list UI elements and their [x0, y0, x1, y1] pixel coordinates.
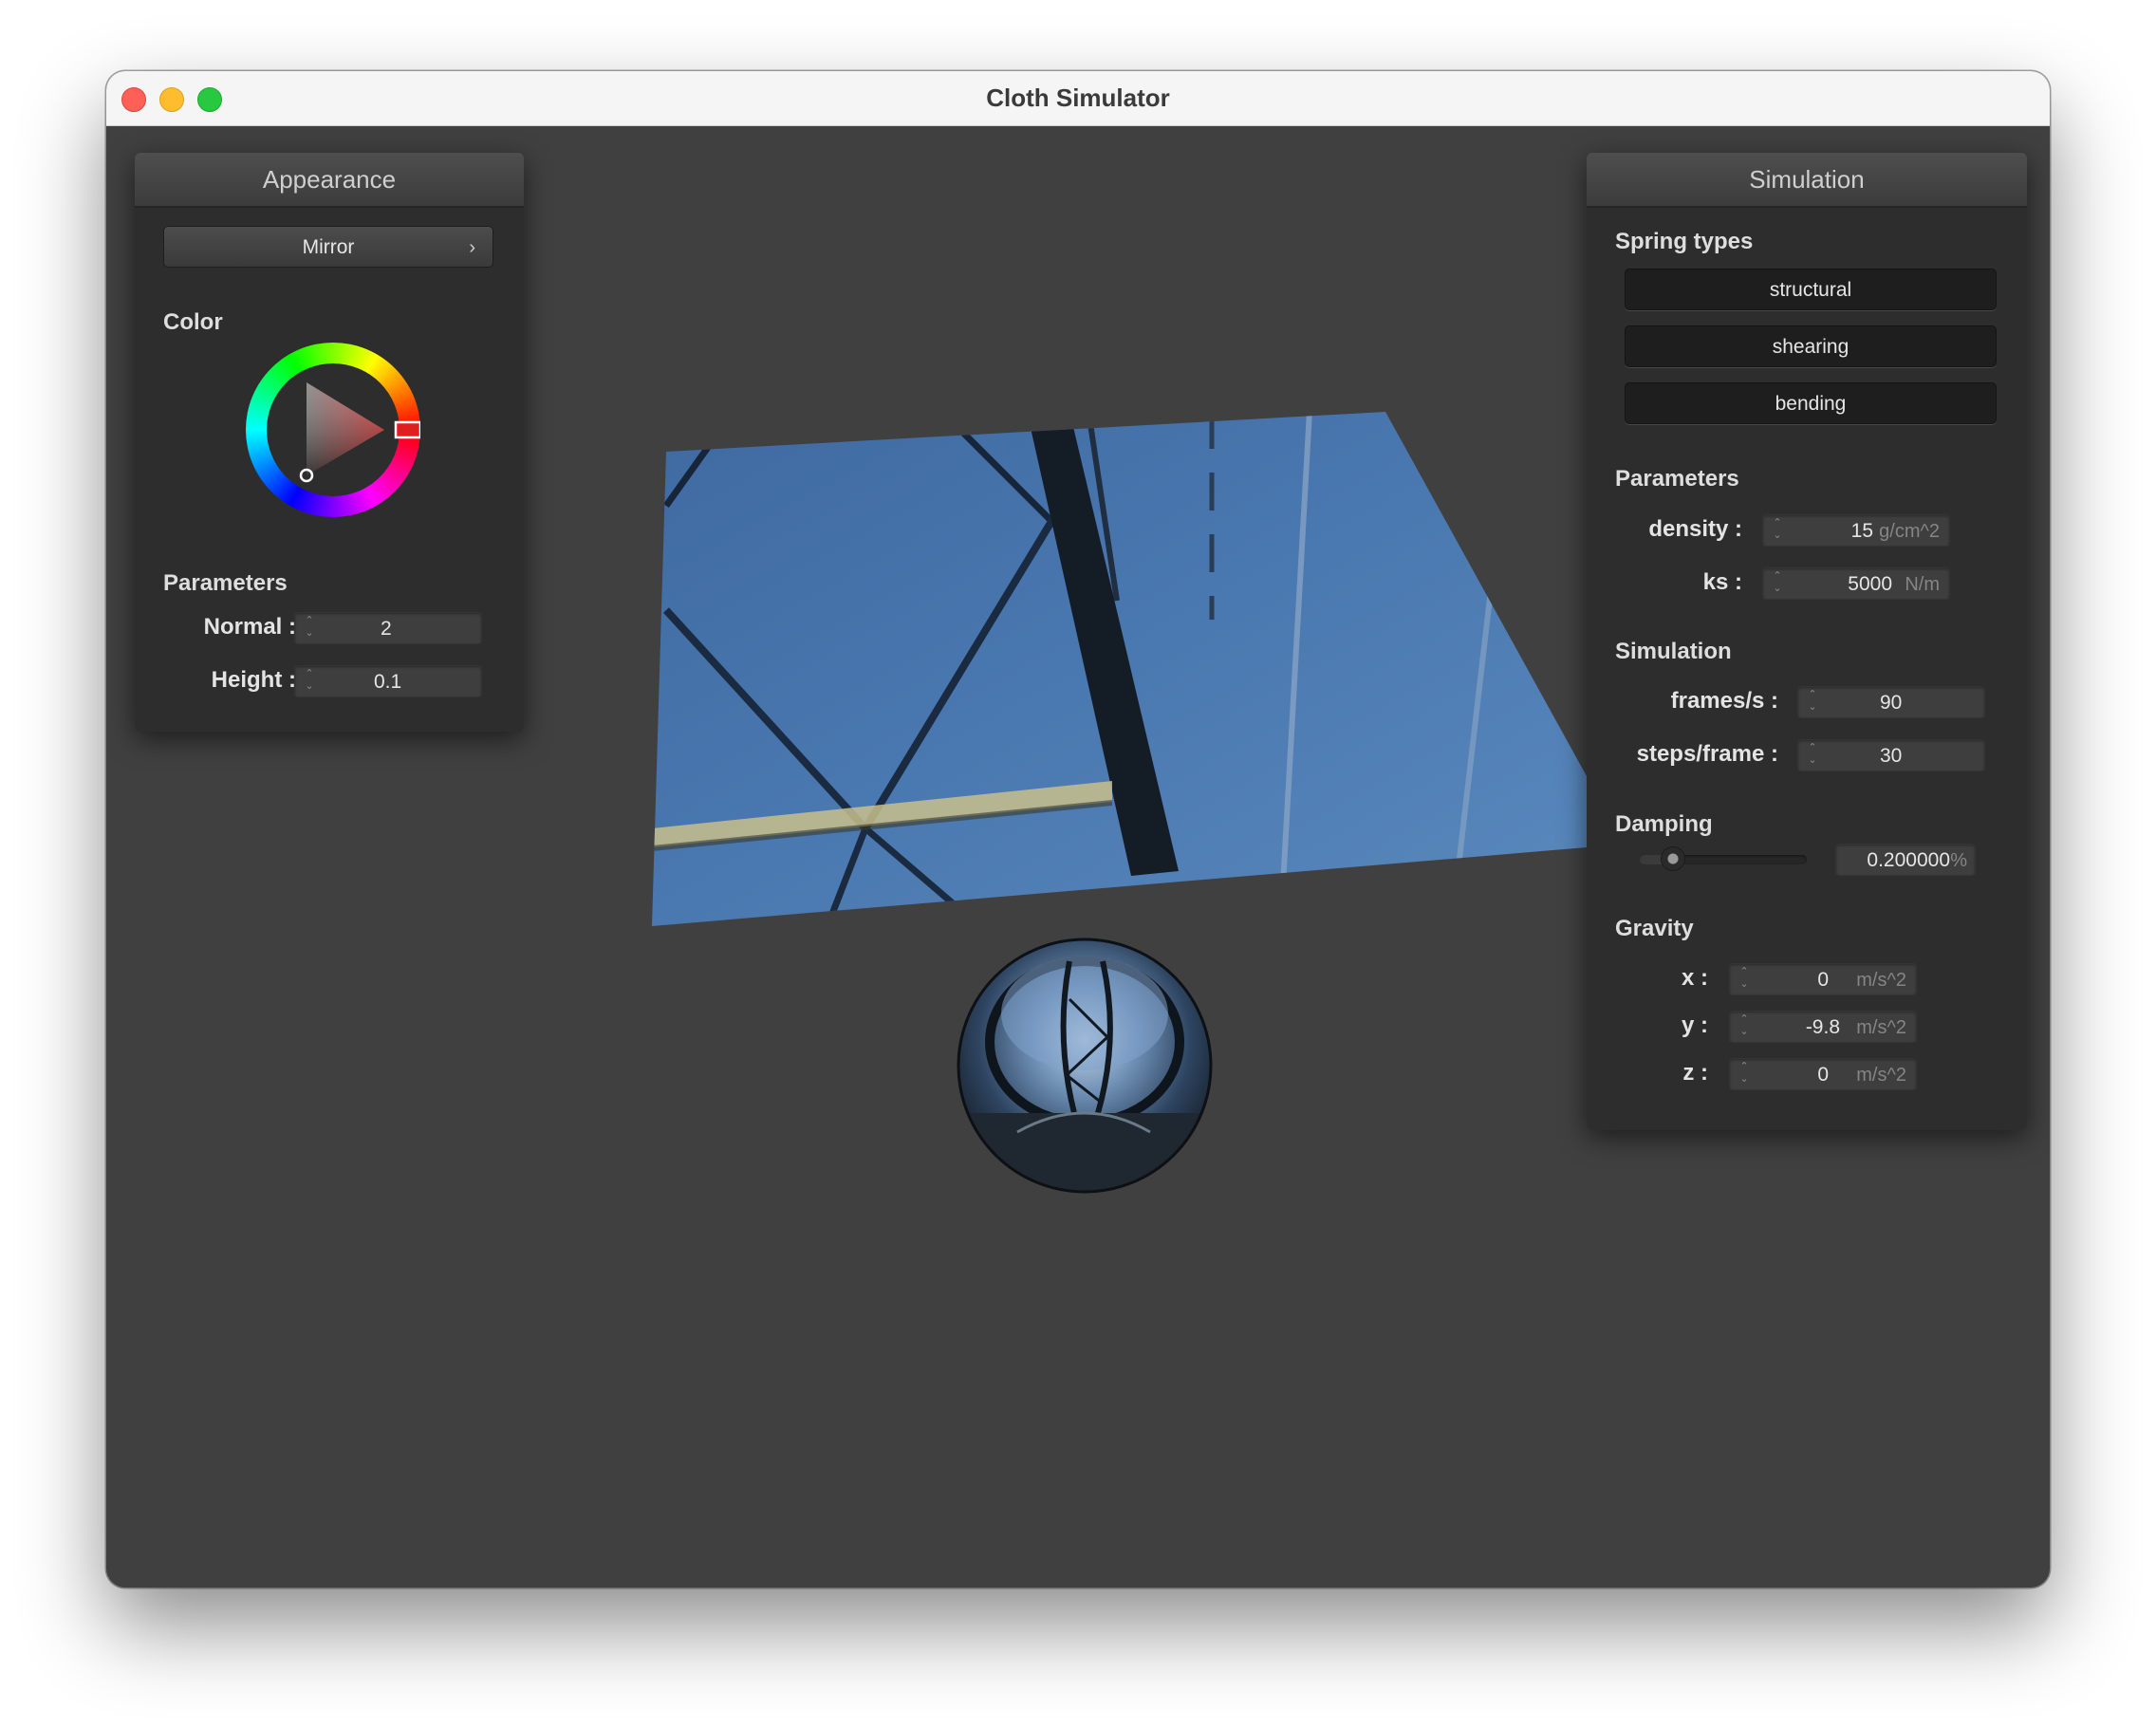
- color-section-title: Color: [163, 309, 223, 335]
- damping-unit: %: [1950, 850, 1967, 871]
- appearance-params-title: Parameters: [163, 570, 288, 596]
- spinner-icon[interactable]: ⌃ ⌄: [1738, 966, 1751, 994]
- simulation-panel: Simulation Spring types structural shear…: [1587, 153, 2027, 1130]
- density-unit: g/cm^2: [1879, 521, 1940, 542]
- ks-label: ks :: [1702, 569, 1742, 595]
- spinner-icon[interactable]: ⌃ ⌄: [303, 668, 316, 696]
- window-title: Cloth Simulator: [986, 84, 1170, 112]
- spring-shearing-button[interactable]: shearing: [1625, 325, 1997, 367]
- appearance-header: Appearance: [135, 153, 524, 208]
- damping-value: 0.200000: [1867, 849, 1950, 871]
- sphere[interactable]: [957, 938, 1214, 1198]
- normal-label: Normal :: [203, 614, 296, 640]
- appearance-panel: Appearance Mirror › Color Parameters Nor…: [135, 153, 524, 732]
- sim-section-title: Simulation: [1615, 639, 1732, 664]
- steps-label: steps/frame :: [1636, 741, 1778, 767]
- cloth[interactable]: [652, 411, 1587, 926]
- damping-slider-knob[interactable]: [1662, 847, 1685, 870]
- steps-input[interactable]: ⌃ ⌄ 30: [1797, 739, 1985, 771]
- gravity-x-label: x :: [1681, 965, 1708, 991]
- gravity-title: Gravity: [1615, 916, 1694, 941]
- gravity-z-label: z :: [1682, 1060, 1708, 1086]
- fps-label: frames/s :: [1670, 688, 1778, 714]
- gravity-z-value: 0: [1817, 1064, 1829, 1086]
- gravity-y-input[interactable]: ⌃ ⌄ -9.8 m/s^2: [1729, 1011, 1917, 1043]
- spinner-icon[interactable]: ⌃ ⌄: [1738, 1013, 1751, 1042]
- shader-select-button[interactable]: Mirror ›: [163, 226, 493, 268]
- gravity-z-unit: m/s^2: [1856, 1065, 1906, 1086]
- gravity-x-input[interactable]: ⌃ ⌄ 0 m/s^2: [1729, 963, 1917, 995]
- viewport[interactable]: Appearance Mirror › Color Parameters Nor…: [106, 126, 2050, 1588]
- color-wheel[interactable]: [246, 343, 420, 517]
- gravity-x-value: 0: [1817, 969, 1829, 991]
- normal-input[interactable]: ⌃ ⌄ 2: [294, 612, 482, 644]
- chevron-right-icon: ›: [469, 237, 475, 258]
- spring-bending-button[interactable]: bending: [1625, 382, 1997, 424]
- fps-input[interactable]: ⌃ ⌄ 90: [1797, 686, 1985, 718]
- spinner-icon[interactable]: ⌃ ⌄: [1738, 1061, 1751, 1089]
- damping-title: Damping: [1615, 811, 1713, 837]
- spinner-icon[interactable]: ⌃ ⌄: [1771, 517, 1784, 546]
- gravity-x-unit: m/s^2: [1856, 970, 1906, 991]
- spinner-icon[interactable]: ⌃ ⌄: [1806, 742, 1819, 771]
- spinner-icon[interactable]: ⌃ ⌄: [1806, 689, 1819, 717]
- height-input[interactable]: ⌃ ⌄ 0.1: [294, 665, 482, 697]
- app-window: Cloth Simulator Appearance Mirror › Colo…: [106, 71, 2050, 1588]
- damping-input[interactable]: 0.200000 %: [1835, 844, 1976, 876]
- spring-structural-button[interactable]: structural: [1625, 269, 1997, 310]
- gravity-y-value: -9.8: [1805, 1016, 1840, 1038]
- spinner-icon[interactable]: ⌃ ⌄: [303, 615, 316, 643]
- height-value: 0.1: [374, 671, 402, 693]
- simulation-header: Simulation: [1587, 153, 2027, 208]
- damping-slider[interactable]: [1640, 847, 1807, 870]
- spring-types-title: Spring types: [1615, 229, 1754, 254]
- sim-params-title: Parameters: [1615, 466, 1739, 492]
- density-value: 15: [1850, 520, 1873, 542]
- ks-input[interactable]: ⌃ ⌄ 5000 N/m: [1762, 567, 1950, 600]
- ks-value: 5000: [1848, 573, 1892, 595]
- gravity-y-label: y :: [1681, 1012, 1708, 1038]
- density-label: density :: [1648, 516, 1742, 542]
- fps-value: 90: [1880, 692, 1903, 714]
- hue-handle[interactable]: [394, 420, 420, 439]
- gravity-y-unit: m/s^2: [1856, 1017, 1906, 1038]
- saturation-triangle[interactable]: [246, 343, 420, 517]
- density-input[interactable]: ⌃ ⌄ 15 g/cm^2: [1762, 514, 1950, 547]
- gravity-z-input[interactable]: ⌃ ⌄ 0 m/s^2: [1729, 1058, 1917, 1090]
- title-bar: Cloth Simulator: [106, 71, 2050, 126]
- height-label: Height :: [211, 667, 296, 693]
- spinner-icon[interactable]: ⌃ ⌄: [1771, 570, 1784, 599]
- shader-select-label: Mirror: [302, 236, 355, 258]
- steps-value: 30: [1880, 745, 1903, 767]
- normal-value: 2: [381, 618, 392, 640]
- ks-unit: N/m: [1905, 574, 1940, 595]
